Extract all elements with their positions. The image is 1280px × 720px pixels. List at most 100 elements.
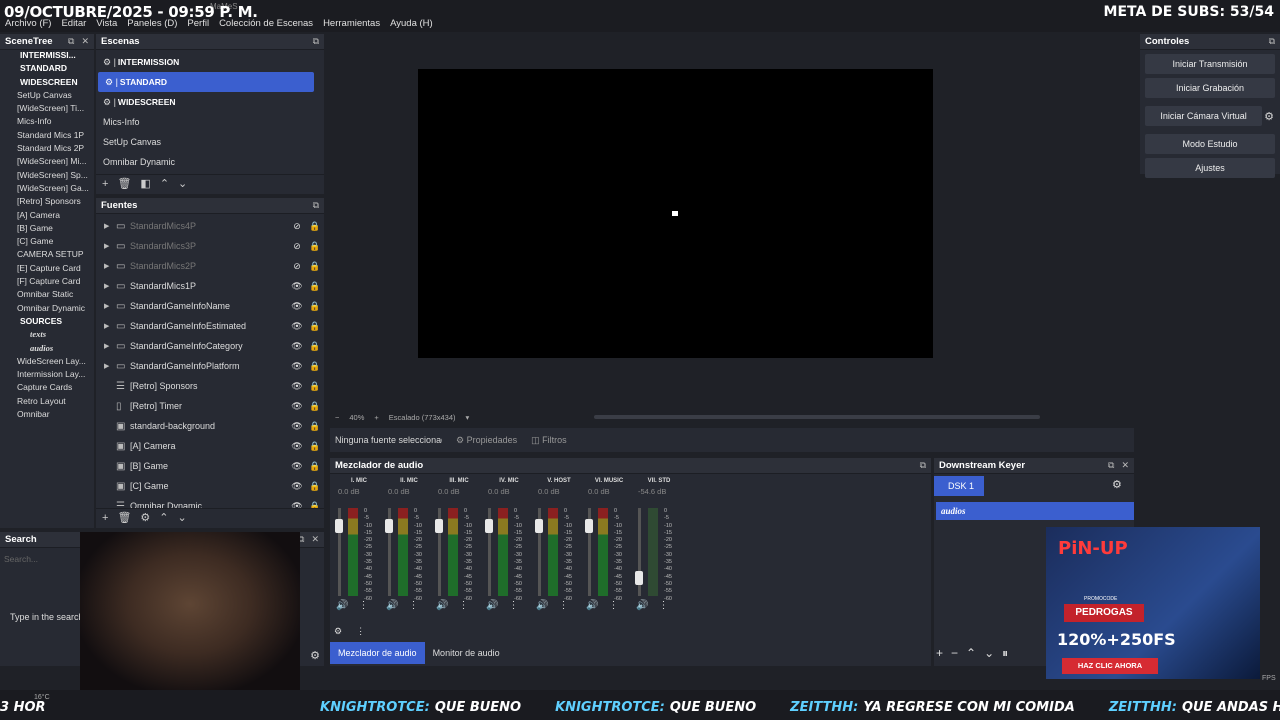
menu-perfil[interactable]: Perfil — [182, 18, 214, 32]
expand-arrow-icon[interactable]: ▶ — [104, 342, 116, 350]
chevron-up-icon[interactable]: ⌃ — [160, 177, 169, 190]
more-icon[interactable]: ⋮ — [558, 600, 568, 611]
scenetree-item[interactable]: CAMERA SETUP — [0, 249, 94, 262]
chevron-down-icon[interactable]: ⌄ — [984, 646, 994, 661]
advanced-audio-icon[interactable]: ⚙ — [334, 626, 342, 637]
source-item[interactable]: ▶ ▭ StandardMics4P ⊘ 🔒 — [96, 216, 324, 236]
scenetree-item[interactable]: STANDARD — [0, 63, 94, 76]
volume-fader[interactable] — [535, 508, 543, 596]
eye-icon[interactable]: 👁 — [288, 421, 306, 432]
lock-icon[interactable]: 🔒 — [306, 441, 324, 452]
volume-fader[interactable] — [635, 508, 643, 596]
fader-knob[interactable] — [485, 519, 493, 533]
scenetree-item[interactable]: Standard Mics 2P — [0, 143, 94, 156]
chevron-up-icon[interactable]: ⌃ — [966, 646, 976, 661]
float-icon[interactable]: ⧉ — [1269, 36, 1275, 47]
start-stream-button[interactable]: Iniciar Transmisión — [1145, 54, 1275, 74]
scenetree-item[interactable]: [WideScreen] Ga... — [0, 183, 94, 196]
scenetree-item[interactable]: SOURCES — [0, 316, 94, 329]
zoom-in-icon[interactable]: + — [374, 413, 378, 422]
eye-icon[interactable]: 👁 — [288, 381, 306, 392]
expand-arrow-icon[interactable]: ▶ — [104, 282, 116, 290]
volume-fader[interactable] — [335, 508, 343, 596]
tab-monitor[interactable]: Monitor de audio — [425, 642, 508, 664]
close-icon[interactable]: ✕ — [1121, 460, 1129, 471]
scenetree-item[interactable]: Omnibar — [0, 409, 94, 422]
eye-icon[interactable]: 👁 — [288, 281, 306, 292]
filters-button[interactable]: ◫ Filtros — [531, 435, 567, 446]
expand-arrow-icon[interactable]: ▶ — [104, 302, 116, 310]
float-icon[interactable]: ⧉ — [920, 460, 926, 471]
menu-coleccion[interactable]: Colección de Escenas — [214, 18, 318, 32]
fader-knob[interactable] — [635, 571, 643, 585]
lock-icon[interactable]: 🔒 — [306, 341, 324, 352]
add-icon[interactable]: + — [936, 646, 943, 661]
dsk-tab[interactable]: DSK 1 — [934, 476, 984, 496]
speaker-icon[interactable]: 🔊 — [336, 600, 348, 611]
chevron-down-icon[interactable]: ⌄ — [178, 177, 187, 190]
source-item[interactable]: ▣ [C] Game 👁 🔒 — [96, 476, 324, 496]
lock-icon[interactable]: 🔒 — [306, 421, 324, 432]
lock-icon[interactable]: 🔒 — [306, 261, 324, 272]
float-icon[interactable]: ⧉ — [68, 36, 74, 47]
source-item[interactable]: ☰ [Retro] Sponsors 👁 🔒 — [96, 376, 324, 396]
scenetree-item[interactable]: texts — [0, 329, 94, 342]
float-icon[interactable]: ⧉ — [1108, 460, 1114, 471]
lock-icon[interactable]: 🔒 — [306, 461, 324, 472]
source-item[interactable]: ▣ [A] Camera 👁 🔒 — [96, 436, 324, 456]
lock-icon[interactable]: 🔒 — [306, 381, 324, 392]
scale-label[interactable]: Escalado (773x434) — [389, 413, 456, 422]
more-icon[interactable]: ⋮ — [358, 600, 368, 611]
source-item[interactable]: ▣ [B] Game 👁 🔒 — [96, 456, 324, 476]
lock-icon[interactable]: 🔒 — [306, 241, 324, 252]
settings-button[interactable]: Ajustes — [1145, 158, 1275, 178]
scene-item[interactable]: ⚙ | WIDESCREEN — [96, 92, 324, 112]
scenetree-item[interactable]: [WideScreen] Ti... — [0, 103, 94, 116]
more-icon[interactable]: ⋮ — [408, 600, 418, 611]
eye-icon[interactable]: 👁 — [288, 401, 306, 412]
menu-archivo[interactable]: Archivo (F) — [0, 18, 56, 32]
scenetree-item[interactable]: [C] Game — [0, 236, 94, 249]
fader-knob[interactable] — [585, 519, 593, 533]
more-icon[interactable]: ⋮ — [658, 600, 668, 611]
remove-icon[interactable]: − — [951, 646, 958, 661]
expand-arrow-icon[interactable]: ▶ — [104, 362, 116, 370]
lock-icon[interactable]: 🔒 — [306, 401, 324, 412]
pause-icon[interactable]: ⏸ — [1002, 646, 1008, 661]
close-icon[interactable]: ✕ — [311, 534, 319, 545]
scenetree-item[interactable]: [A] Camera — [0, 210, 94, 223]
speaker-icon[interactable]: 🔊 — [536, 600, 548, 611]
horizontal-scrollbar[interactable] — [594, 415, 1040, 419]
source-item[interactable]: ▶ ▭ StandardGameInfoEstimated 👁 🔒 — [96, 316, 324, 336]
eye-icon[interactable]: 👁 — [288, 441, 306, 452]
scenetree-item[interactable]: [Retro] Sponsors — [0, 196, 94, 209]
scenetree-item[interactable]: [B] Game — [0, 223, 94, 236]
speaker-icon[interactable]: 🔊 — [436, 600, 448, 611]
volume-fader[interactable] — [385, 508, 393, 596]
scenetree-item[interactable]: Standard Mics 1P — [0, 130, 94, 143]
source-item[interactable]: ▶ ▭ StandardGameInfoPlatform 👁 🔒 — [96, 356, 324, 376]
fader-knob[interactable] — [385, 519, 393, 533]
scenetree-item[interactable]: WideScreen Lay... — [0, 356, 94, 369]
expand-arrow-icon[interactable]: ▶ — [104, 322, 116, 330]
scenetree-item[interactable]: audios — [0, 343, 94, 356]
eye-icon[interactable]: 👁 — [288, 481, 306, 492]
trash-icon[interactable]: 🗑 — [117, 177, 131, 190]
gear-icon[interactable]: ⚙ — [1264, 110, 1274, 123]
eye-icon[interactable]: 👁 — [288, 321, 306, 332]
lock-icon[interactable]: 🔒 — [306, 481, 324, 492]
scenetree-item[interactable]: Retro Layout — [0, 396, 94, 409]
chevron-down-icon[interactable]: ⌄ — [178, 511, 187, 524]
start-virtual-cam-button[interactable]: Iniciar Cámara Virtual — [1145, 106, 1263, 126]
source-item[interactable]: ▶ ▭ StandardGameInfoCategory 👁 🔒 — [96, 336, 324, 356]
menu-herramientas[interactable]: Herramientas — [318, 18, 385, 32]
source-item[interactable]: ▶ ▭ StandardMics3P ⊘ 🔒 — [96, 236, 324, 256]
lock-icon[interactable]: 🔒 — [306, 361, 324, 372]
tab-mixer[interactable]: Mezclador de audio — [330, 642, 425, 664]
eye-icon[interactable]: 👁 — [288, 301, 306, 312]
gear-icon[interactable]: ⚙ — [310, 649, 320, 662]
fader-knob[interactable] — [435, 519, 443, 533]
scenetree-item[interactable]: Omnibar Dynamic — [0, 303, 94, 316]
source-item[interactable]: ▶ ▭ StandardMics1P 👁 🔒 — [96, 276, 324, 296]
eye-hidden-icon[interactable]: ⊘ — [288, 241, 306, 252]
